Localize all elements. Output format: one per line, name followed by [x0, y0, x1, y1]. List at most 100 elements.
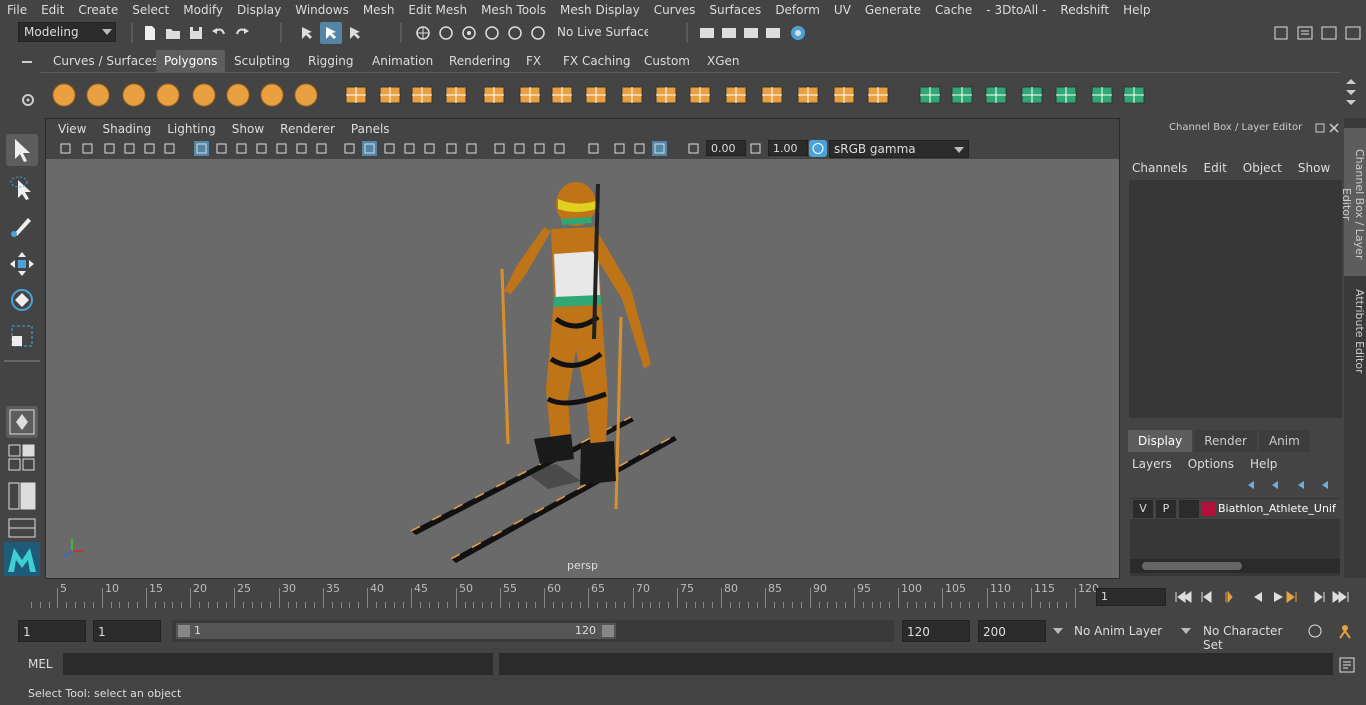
script-language-label[interactable]: MEL	[28, 657, 53, 671]
resolution-gate-icon[interactable]	[234, 141, 249, 156]
2d-pan-zoom-icon[interactable]	[142, 141, 157, 156]
channel-box-area[interactable]	[1129, 180, 1342, 418]
command-input[interactable]	[63, 653, 493, 675]
select-object-mode-button[interactable]	[320, 22, 342, 44]
poly-cube-icon[interactable]	[82, 79, 114, 111]
shelf-tab-custom[interactable]: Custom	[636, 50, 698, 72]
range-start-handle[interactable]	[178, 625, 190, 637]
select-camera-icon[interactable]	[58, 141, 73, 156]
menu-cache[interactable]: Cache	[928, 3, 979, 17]
range-slider[interactable]: 1 120	[172, 620, 894, 642]
anti-aliasing-icon[interactable]	[532, 141, 547, 156]
smooth-shade-icon[interactable]	[362, 141, 377, 156]
range-end-field[interactable]: 120	[902, 620, 970, 642]
field-chart-icon[interactable]	[274, 141, 289, 156]
menu-help[interactable]: Help	[1116, 3, 1157, 17]
gamma-icon[interactable]	[748, 141, 763, 156]
paint-select-tool-button[interactable]	[6, 210, 38, 242]
use-default-lighting-icon[interactable]	[444, 141, 459, 156]
lasso-tool-button[interactable]	[6, 172, 38, 204]
poly-sphere-icon[interactable]	[48, 79, 80, 111]
snap-live-icon[interactable]	[506, 24, 524, 42]
xray-icon[interactable]	[422, 141, 437, 156]
workspace-icon[interactable]	[1272, 24, 1290, 42]
shelf-settings-gear-icon[interactable]	[20, 92, 36, 108]
snap-view-plane-icon[interactable]	[483, 24, 501, 42]
3d-viewport[interactable]: persp	[46, 159, 1119, 578]
uv-editor-icon[interactable]	[980, 79, 1012, 111]
wireframe-icon[interactable]	[342, 141, 357, 156]
channel-box-menu-edit[interactable]: Edit	[1196, 158, 1235, 178]
wireframe-on-shaded-icon[interactable]	[402, 141, 417, 156]
uv-layout-icon[interactable]	[1050, 79, 1082, 111]
menu-mesh-tools[interactable]: Mesh Tools	[474, 3, 553, 17]
image-plane-icon[interactable]	[122, 141, 137, 156]
shelf-tab-curves-surfaces[interactable]: Curves / Surfaces	[45, 50, 166, 72]
bookmark-icon[interactable]	[102, 141, 117, 156]
screen-space-ao-icon[interactable]	[492, 141, 507, 156]
menu-edit-mesh[interactable]: Edit Mesh	[401, 3, 474, 17]
persp-outliner-layout-icon[interactable]	[8, 482, 36, 510]
anim-end-field[interactable]: 200	[978, 620, 1046, 642]
xray-joints-icon[interactable]	[632, 141, 647, 156]
exposure-field[interactable]: 0.00	[706, 140, 746, 156]
mode-selector[interactable]: Modeling	[18, 22, 116, 42]
layer-menu-help[interactable]: Help	[1242, 454, 1285, 474]
depth-of-field-icon[interactable]	[552, 141, 567, 156]
bridge-icon[interactable]	[546, 79, 578, 111]
layer-tab-anim[interactable]: Anim	[1258, 430, 1310, 452]
single-perspective-layout-button[interactable]	[6, 406, 38, 438]
layer-playback-toggle[interactable]: P	[1156, 500, 1176, 518]
panel-menu-renderer[interactable]: Renderer	[272, 122, 343, 136]
menu-surfaces[interactable]: Surfaces	[702, 3, 768, 17]
extrude-icon[interactable]	[650, 79, 682, 111]
undo-icon[interactable]	[210, 24, 228, 42]
film-gate-icon[interactable]	[214, 141, 229, 156]
default-material-icon[interactable]	[382, 141, 397, 156]
extract-icon[interactable]	[406, 79, 438, 111]
menu-3dtoall[interactable]: - 3DtoAll -	[979, 3, 1053, 17]
toggle-panels-icon[interactable]	[1296, 24, 1314, 42]
uv-unfold-icon[interactable]	[1016, 79, 1048, 111]
menu-generate[interactable]: Generate	[858, 3, 928, 17]
camera-attributes-icon[interactable]	[80, 141, 95, 156]
scrollbar-thumb[interactable]	[1142, 562, 1242, 570]
combine-icon[interactable]	[340, 79, 372, 111]
anim-start-field[interactable]: 1	[93, 620, 161, 642]
grid-icon[interactable]	[194, 141, 209, 156]
layer-display-type-toggle[interactable]	[1179, 500, 1199, 518]
menu-deform[interactable]: Deform	[768, 3, 827, 17]
menu-edit[interactable]: Edit	[34, 3, 71, 17]
fill-hole-icon[interactable]	[756, 79, 788, 111]
snap-curve-icon[interactable]	[437, 24, 455, 42]
menu-mesh-display[interactable]: Mesh Display	[553, 3, 647, 17]
persp-graph-layout-icon[interactable]	[8, 518, 36, 538]
uv-projection-icon[interactable]	[1086, 79, 1118, 111]
menu-display[interactable]: Display	[230, 3, 288, 17]
channel-box-menu-channels[interactable]: Channels	[1124, 158, 1196, 178]
boolean-icon[interactable]	[478, 79, 510, 111]
menu-windows[interactable]: Windows	[288, 3, 356, 17]
uv-cut-icon[interactable]	[1118, 79, 1150, 111]
channel-box-menu-show[interactable]: Show	[1290, 158, 1338, 178]
gate-mask-icon[interactable]	[254, 141, 269, 156]
bevel-icon[interactable]	[684, 79, 716, 111]
panel-window-controls-icon[interactable]	[1314, 121, 1342, 135]
script-editor-icon[interactable]	[1338, 656, 1356, 674]
menu-file[interactable]: File	[0, 3, 34, 17]
menu-curves[interactable]: Curves	[647, 3, 703, 17]
range-slider-handle[interactable]: 1 120	[176, 623, 616, 639]
layer-menu-options[interactable]: Options	[1180, 454, 1242, 474]
channel-box-menu-object[interactable]: Object	[1235, 158, 1290, 178]
color-space-selector[interactable]: sRGB gamma	[829, 140, 969, 158]
layer-row[interactable]: V P Biathlon_Athlete_Unif	[1130, 499, 1340, 519]
make-live-icon[interactable]	[529, 24, 547, 42]
shelf-menu-icon[interactable]	[20, 57, 34, 67]
open-scene-icon[interactable]	[164, 24, 182, 42]
motion-blur-icon[interactable]	[512, 141, 527, 156]
shelf-tab-fx-caching[interactable]: FX Caching	[555, 50, 638, 72]
toggle-channel-box-icon[interactable]	[1344, 24, 1362, 42]
auto-key-icon[interactable]	[1306, 622, 1324, 640]
move-tool-button[interactable]	[6, 248, 38, 280]
select-component-icon[interactable]	[346, 24, 364, 42]
